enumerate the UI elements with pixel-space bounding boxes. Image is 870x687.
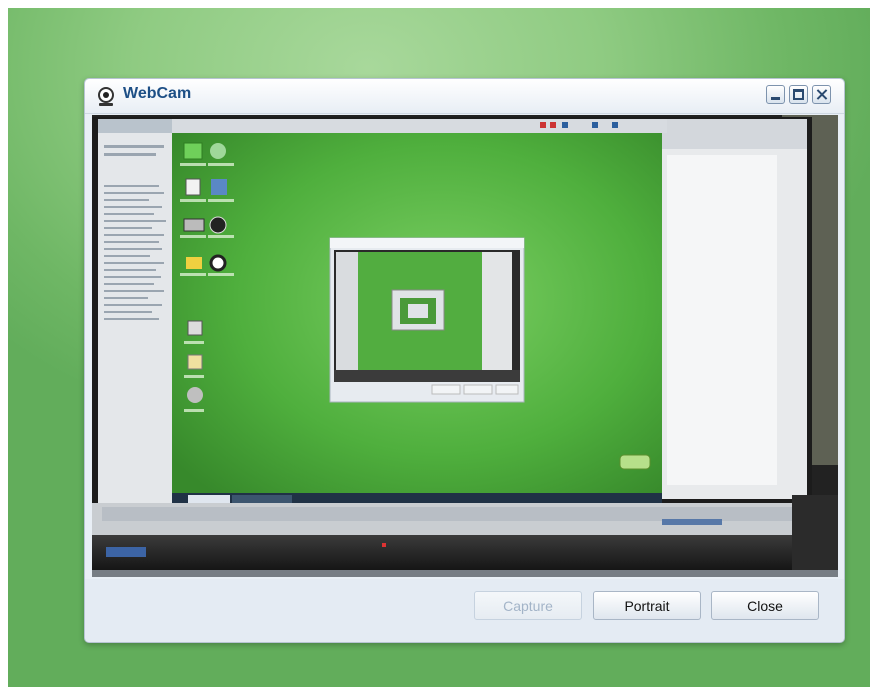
webcam-image xyxy=(92,115,838,577)
webcam-video-feed xyxy=(92,115,838,577)
title-bar[interactable]: WebCam xyxy=(85,79,844,114)
close-button[interactable]: Close xyxy=(711,591,819,620)
webcam-icon xyxy=(98,87,114,106)
capture-button[interactable]: Capture xyxy=(474,591,582,620)
close-icon[interactable] xyxy=(812,85,831,104)
minimize-icon[interactable] xyxy=(766,85,785,104)
portrait-button[interactable]: Portrait xyxy=(593,591,701,620)
webcam-window: WebCam Capture Portrait Close xyxy=(84,78,845,643)
maximize-icon[interactable] xyxy=(789,85,808,104)
window-title: WebCam xyxy=(123,85,192,102)
